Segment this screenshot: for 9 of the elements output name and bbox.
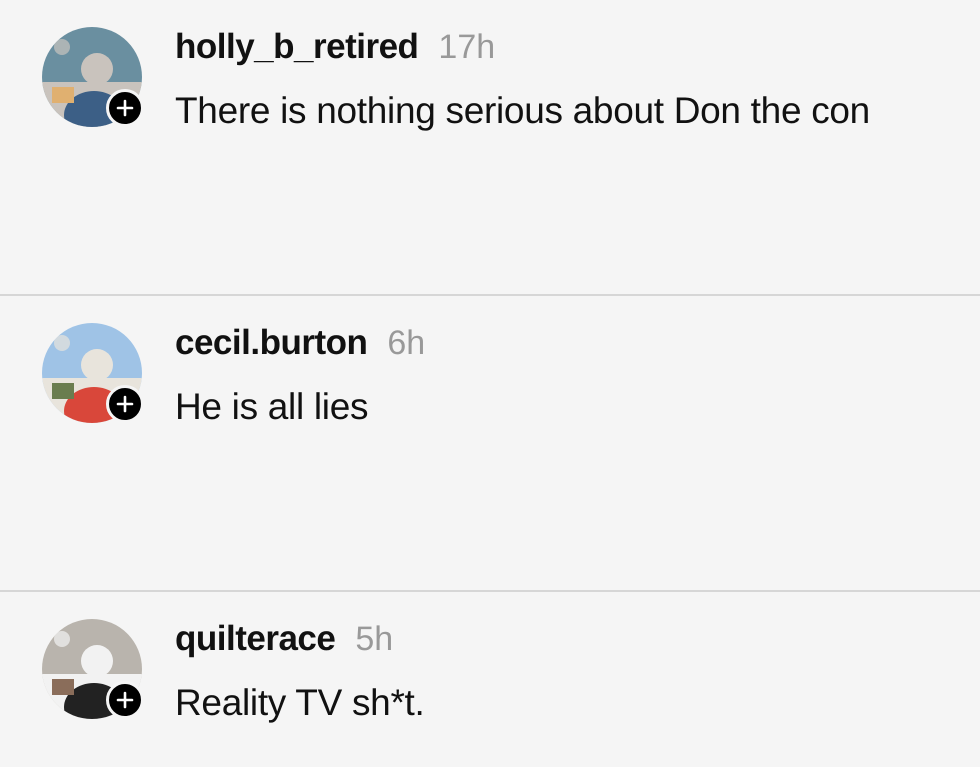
comment-text: There is nothing serious about Don the con xyxy=(175,89,870,133)
timestamp: 5h xyxy=(355,619,394,659)
comment-text: He is all lies xyxy=(175,385,370,429)
timestamp: 17h xyxy=(438,27,496,67)
comment-text: Reality TV sh*t. xyxy=(175,681,425,725)
username[interactable]: quilterace xyxy=(175,619,336,659)
timestamp: 6h xyxy=(387,323,426,363)
username[interactable]: holly_b_retired xyxy=(175,27,418,67)
username[interactable]: cecil.burton xyxy=(175,323,368,363)
